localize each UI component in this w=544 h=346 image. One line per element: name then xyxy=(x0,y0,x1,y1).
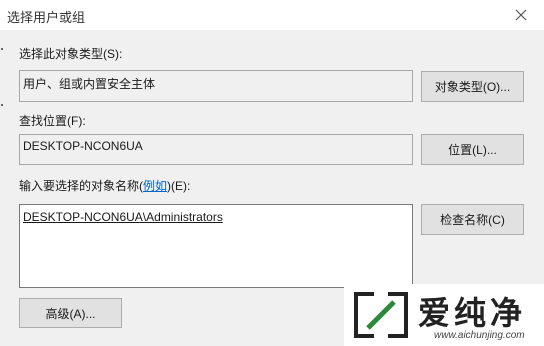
watermark-logo-icon xyxy=(354,292,408,338)
object-type-field: 用户、组或内置安全主体 xyxy=(19,70,413,102)
advanced-button[interactable]: 高级(A)... xyxy=(19,298,122,328)
watermark-text: 爱纯净 xyxy=(418,294,527,332)
locations-button[interactable]: 位置(L)... xyxy=(421,134,524,165)
object-names-input[interactable]: DESKTOP-NCON6UA\Administrators xyxy=(19,204,413,288)
object-name-entry: DESKTOP-NCON6UA\Administrators xyxy=(23,210,223,224)
object-type-value: 用户、组或内置安全主体 xyxy=(23,77,156,91)
check-names-button[interactable]: 检查名称(C) xyxy=(421,204,524,235)
object-types-button[interactable]: 对象类型(O)... xyxy=(421,71,524,102)
location-value: DESKTOP-NCON6UA xyxy=(23,139,143,153)
examples-link[interactable]: 例如 xyxy=(143,179,167,193)
object-names-label: 输入要选择的对象名称(例如)(E): xyxy=(19,179,191,193)
location-field: DESKTOP-NCON6UA xyxy=(19,134,413,165)
title-bar: 选择用户或组 xyxy=(0,0,544,30)
close-icon[interactable] xyxy=(511,5,531,25)
watermark-url: www.aichunjing.com xyxy=(434,330,525,341)
object-type-label: 选择此对象类型(S): xyxy=(19,47,123,61)
watermark: 爱纯净 www.aichunjing.com xyxy=(344,284,544,346)
dialog-title: 选择用户或组 xyxy=(7,10,86,25)
location-label: 查找位置(F): xyxy=(19,114,86,128)
